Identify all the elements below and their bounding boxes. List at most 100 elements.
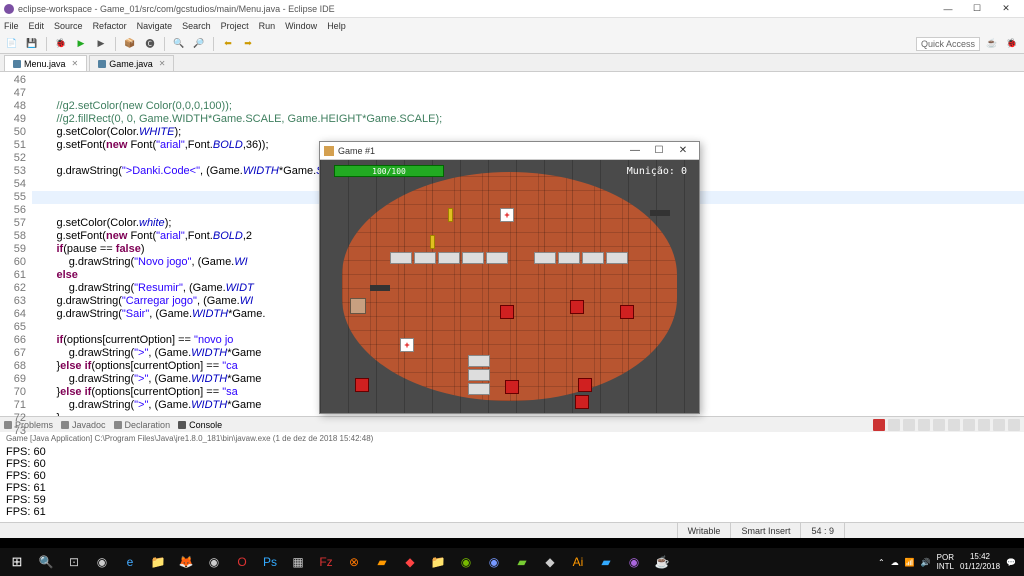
close-tab-icon[interactable]: ✕ — [72, 59, 79, 68]
game-maximize-button[interactable]: ☐ — [647, 145, 671, 156]
eclipse-titlebar: eclipse-workspace - Game_01/src/com/gcst… — [0, 0, 1024, 18]
game-canvas[interactable]: 100/100 Munição: 0 — [320, 160, 699, 413]
menu-project[interactable]: Project — [221, 21, 249, 31]
tab-menu-java[interactable]: Menu.java ✕ — [4, 55, 87, 71]
tray-up-icon[interactable]: ⌃ — [878, 558, 885, 567]
remove-launch-icon[interactable] — [888, 419, 900, 431]
steam-icon[interactable]: ◉ — [88, 548, 116, 576]
git-icon[interactable]: ◆ — [396, 548, 424, 576]
minimize-button[interactable]: — — [934, 2, 962, 16]
game-titlebar[interactable]: Game #1 — ☐ ✕ — [320, 142, 699, 160]
game-close-button[interactable]: ✕ — [671, 145, 695, 156]
max-view-icon[interactable] — [1008, 419, 1020, 431]
tab-declaration[interactable]: Declaration — [114, 420, 171, 430]
game-enemy — [620, 305, 634, 319]
menu-refactor[interactable]: Refactor — [93, 21, 127, 31]
console-icon — [178, 421, 186, 429]
new-class-icon[interactable]: 🅒 — [142, 36, 158, 52]
game-title: Game #1 — [338, 146, 375, 156]
remove-all-icon[interactable] — [903, 419, 915, 431]
menu-edit[interactable]: Edit — [29, 21, 45, 31]
run-icon[interactable]: ▶ — [73, 36, 89, 52]
game-minimize-button[interactable]: — — [623, 145, 647, 156]
tray-clock[interactable]: 15:4201/12/2018 — [960, 552, 1000, 572]
close-button[interactable]: ✕ — [992, 2, 1020, 16]
game-player — [350, 298, 366, 314]
menu-help[interactable]: Help — [327, 21, 346, 31]
nav-fwd-icon[interactable]: ➡ — [240, 36, 256, 52]
display-console-icon[interactable] — [963, 419, 975, 431]
game-medkit — [500, 208, 514, 222]
game-arena — [342, 172, 677, 401]
tray-onedrive-icon[interactable]: ☁ — [891, 558, 899, 567]
photoshop-icon[interactable]: Ps — [256, 548, 284, 576]
open-console-icon[interactable] — [978, 419, 990, 431]
edge-icon[interactable]: e — [116, 548, 144, 576]
close-tab-icon[interactable]: ✕ — [159, 59, 166, 68]
tab-game-java[interactable]: Game.java ✕ — [89, 55, 174, 71]
min-view-icon[interactable] — [993, 419, 1005, 431]
firefox-icon[interactable]: 🦊 — [172, 548, 200, 576]
java-app-icon[interactable]: ☕ — [648, 548, 676, 576]
clear-console-icon[interactable] — [918, 419, 930, 431]
filezilla-icon[interactable]: Fz — [312, 548, 340, 576]
menu-source[interactable]: Source — [54, 21, 83, 31]
maximize-button[interactable]: ☐ — [963, 2, 991, 16]
pin-console-icon[interactable] — [948, 419, 960, 431]
game-enemy — [570, 300, 584, 314]
tray-lang[interactable]: PORINTL — [937, 553, 954, 571]
game-medkit — [400, 338, 414, 352]
tab-javadoc[interactable]: Javadoc — [61, 420, 106, 430]
window-title: eclipse-workspace - Game_01/src/com/gcst… — [18, 4, 335, 14]
menu-file[interactable]: File — [4, 21, 19, 31]
windows-taskbar: ⊞ 🔍 ⊡ ◉ e 📁 🦊 ◉ O Ps ▦ Fz ⊗ ▰ ◆ 📁 ◉ ◉ ▰ … — [0, 548, 1024, 576]
terminate-icon[interactable] — [873, 419, 885, 431]
menu-window[interactable]: Window — [285, 21, 317, 31]
tray-notifications-icon[interactable]: 💬 — [1006, 558, 1016, 567]
game-ammo-label: Munição: 0 — [627, 166, 687, 177]
java-app-icon — [324, 146, 334, 156]
tray-volume-icon[interactable]: 🔊 — [921, 558, 931, 567]
game-enemy — [578, 378, 592, 392]
start-button[interactable]: ⊞ — [2, 548, 32, 576]
eclipse-taskbar-icon[interactable]: ◉ — [620, 548, 648, 576]
explorer-icon[interactable]: 📁 — [144, 548, 172, 576]
xampp-icon[interactable]: ⊗ — [340, 548, 368, 576]
search-taskbar-icon[interactable]: 🔍 — [32, 548, 60, 576]
status-cursor: 54 : 9 — [800, 523, 844, 538]
folder-icon[interactable]: 📁 — [424, 548, 452, 576]
debug-icon[interactable]: 🐞 — [53, 36, 69, 52]
search-icon[interactable]: 🔎 — [191, 36, 207, 52]
taskview-icon[interactable]: ⊡ — [60, 548, 88, 576]
geforce-icon[interactable]: ◉ — [452, 548, 480, 576]
notepad-icon[interactable]: ▰ — [508, 548, 536, 576]
illustrator-icon[interactable]: Ai — [564, 548, 592, 576]
chrome-icon[interactable]: ◉ — [200, 548, 228, 576]
nav-back-icon[interactable]: ⬅ — [220, 36, 236, 52]
perspective-debug-icon[interactable]: 🐞 — [1004, 36, 1020, 52]
new-package-icon[interactable]: 📦 — [122, 36, 138, 52]
discord-icon[interactable]: ◉ — [480, 548, 508, 576]
tray-wifi-icon[interactable]: 📶 — [905, 558, 915, 567]
editor-tabbar: Menu.java ✕ Game.java ✕ — [0, 54, 1024, 72]
perspective-java-icon[interactable]: ☕ — [984, 36, 1000, 52]
save-icon[interactable]: 💾 — [24, 36, 40, 52]
sublime-icon[interactable]: ▰ — [368, 548, 396, 576]
menu-navigate[interactable]: Navigate — [137, 21, 173, 31]
unity-icon[interactable]: ◆ — [536, 548, 564, 576]
opera-icon[interactable]: O — [228, 548, 256, 576]
quick-access[interactable]: Quick Access — [916, 37, 980, 51]
coverage-icon[interactable]: ▶ — [93, 36, 109, 52]
console-output[interactable]: FPS: 60 FPS: 60 FPS: 60 FPS: 61 FPS: 59 … — [0, 444, 1024, 522]
menu-run[interactable]: Run — [259, 21, 276, 31]
open-type-icon[interactable]: 🔍 — [171, 36, 187, 52]
eclipse-icon — [4, 4, 14, 14]
new-icon[interactable]: 📄 — [4, 36, 20, 52]
vscode-icon[interactable]: ▰ — [592, 548, 620, 576]
menu-search[interactable]: Search — [182, 21, 211, 31]
scroll-lock-icon[interactable] — [933, 419, 945, 431]
tab-console[interactable]: Console — [178, 420, 222, 430]
tiled-icon[interactable]: ▦ — [284, 548, 312, 576]
game-enemy — [500, 305, 514, 319]
game-hud: 100/100 Munição: 0 — [334, 165, 687, 177]
